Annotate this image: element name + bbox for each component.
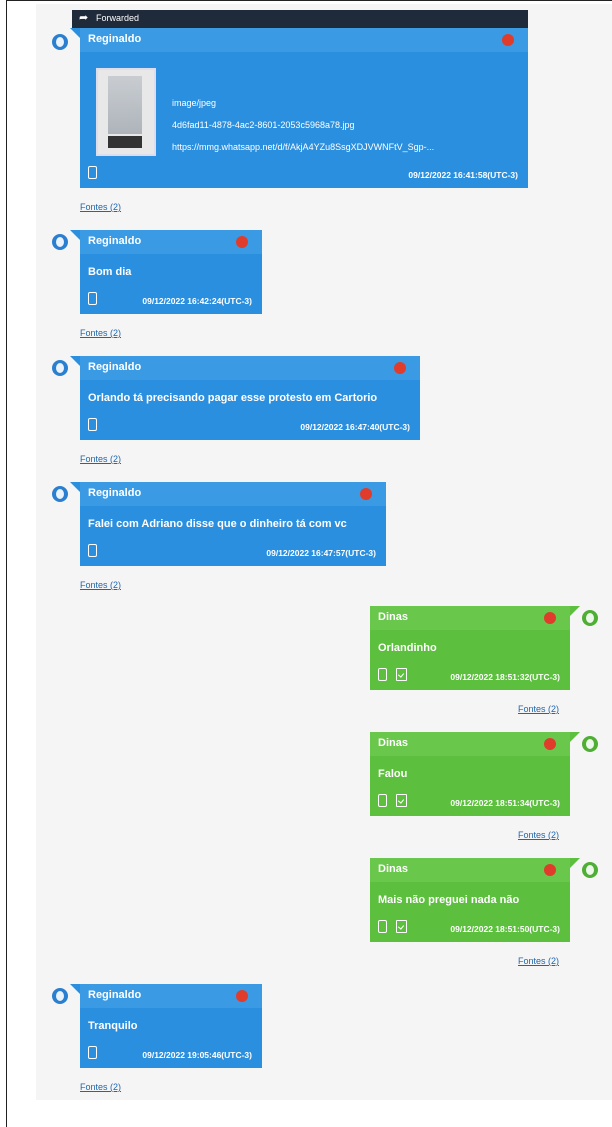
bubble-tail [570, 732, 580, 742]
status-dot-icon [236, 990, 248, 1002]
avatar-icon [582, 862, 598, 878]
message-bubble[interactable]: Dinas Mais não preguei nada não 09/12/20… [370, 858, 570, 942]
forward-arrow-icon: ➦ [79, 12, 89, 24]
bubble-tail [70, 482, 80, 492]
message-header: Reginaldo [80, 356, 420, 380]
message-bubble[interactable]: Reginaldo Bom dia 09/12/2022 16:42:24(UT… [80, 230, 262, 314]
message-text: Falei com Adriano disse que o dinheiro t… [88, 518, 347, 530]
avatar-icon [52, 360, 68, 376]
sender-name: Reginaldo [88, 361, 142, 373]
sender-name: Reginaldo [88, 235, 142, 247]
message-timestamp: 09/12/2022 18:51:32(UTC-3) [450, 672, 560, 682]
sender-name: Reginaldo [88, 989, 142, 1001]
sources-link[interactable]: Fontes (2) [518, 956, 559, 966]
avatar-icon [52, 34, 68, 50]
avatar-icon [582, 610, 598, 626]
phone-icon [88, 418, 97, 431]
message-header: Reginaldo [80, 482, 386, 506]
forwarded-banner: ➦ Forwarded [72, 10, 528, 28]
frame-border-left [6, 0, 7, 1127]
sources-link[interactable]: Fontes (2) [80, 328, 121, 338]
message-timestamp: 09/12/2022 18:51:34(UTC-3) [450, 798, 560, 808]
status-dot-icon [544, 864, 556, 876]
sender-name: Dinas [378, 611, 408, 623]
image-thumbnail[interactable] [96, 68, 156, 156]
message-header: Reginaldo [80, 984, 262, 1008]
sources-link[interactable]: Fontes (2) [80, 580, 121, 590]
bubble-tail [70, 28, 80, 38]
status-dot-icon [544, 612, 556, 624]
status-dot-icon [502, 34, 514, 46]
bubble-tail [570, 606, 580, 616]
attachment-url[interactable]: https://mmg.whatsapp.net/d/f/AkjA4YZu8Ss… [172, 142, 434, 152]
bubble-tail [70, 356, 80, 366]
message-text: Bom dia [88, 266, 132, 278]
phone-icon [378, 668, 387, 681]
phone-icon [88, 166, 97, 179]
message-header: Reginaldo [80, 230, 262, 254]
phone-icon [378, 920, 387, 933]
message-bubble[interactable]: Dinas Orlandinho 09/12/2022 18:51:32(UTC… [370, 606, 570, 690]
sources-link[interactable]: Fontes (2) [518, 830, 559, 840]
sender-name: Dinas [378, 737, 408, 749]
delivered-icon [396, 668, 407, 681]
bubble-tail [70, 984, 80, 994]
message-timestamp: 09/12/2022 19:05:46(UTC-3) [142, 1050, 252, 1060]
avatar-icon [52, 486, 68, 502]
sources-link[interactable]: Fontes (2) [80, 454, 121, 464]
message-text: Orlandinho [378, 642, 437, 654]
attachment-filename: 4d6fad11-4878-4ac2-8601-2053c5968a78.jpg [172, 120, 355, 130]
message-timestamp: 09/12/2022 18:51:50(UTC-3) [450, 924, 560, 934]
message-bubble[interactable]: Dinas Falou 09/12/2022 18:51:34(UTC-3) [370, 732, 570, 816]
bubble-tail [570, 858, 580, 868]
delivered-icon [396, 794, 407, 807]
message-header: Dinas [370, 606, 570, 630]
message-timestamp: 09/12/2022 16:42:24(UTC-3) [142, 296, 252, 306]
message-text: Orlando tá precisando pagar esse protest… [88, 392, 378, 404]
message-bubble[interactable]: Reginaldo Orlando tá precisando pagar es… [80, 356, 420, 440]
message-bubble[interactable]: Reginaldo Falei com Adriano disse que o … [80, 482, 386, 566]
message-timestamp: 09/12/2022 16:47:57(UTC-3) [266, 548, 376, 558]
message-timestamp: 09/12/2022 16:47:40(UTC-3) [300, 422, 410, 432]
delivered-icon [396, 920, 407, 933]
avatar-icon [52, 234, 68, 250]
frame-border-top [6, 0, 612, 1]
status-dot-icon [394, 362, 406, 374]
forwarded-label: Forwarded [96, 13, 140, 23]
status-dot-icon [236, 236, 248, 248]
sender-name: Reginaldo [88, 33, 142, 45]
message-header: Dinas [370, 732, 570, 756]
status-dot-icon [544, 738, 556, 750]
sources-link[interactable]: Fontes (2) [518, 704, 559, 714]
phone-icon [88, 1046, 97, 1059]
message-header: Reginaldo [80, 28, 528, 52]
avatar-icon [582, 736, 598, 752]
phone-icon [378, 794, 387, 807]
message-bubble[interactable]: Reginaldo image/jpeg 4d6fad11-4878-4ac2-… [80, 28, 528, 188]
sources-link[interactable]: Fontes (2) [80, 202, 121, 212]
message-header: Dinas [370, 858, 570, 882]
message-timestamp: 09/12/2022 16:41:58(UTC-3) [408, 170, 518, 180]
sources-link[interactable]: Fontes (2) [80, 1082, 121, 1092]
bubble-tail [70, 230, 80, 240]
message-text: Mais não preguei nada não [378, 894, 520, 906]
avatar-icon [52, 988, 68, 1004]
message-bubble[interactable]: Reginaldo Tranquilo 09/12/2022 19:05:46(… [80, 984, 262, 1068]
message-text: Tranquilo [88, 1020, 138, 1032]
status-dot-icon [360, 488, 372, 500]
message-text: Falou [378, 768, 408, 780]
attachment-mime: image/jpeg [172, 98, 217, 108]
phone-icon [88, 292, 97, 305]
sender-name: Reginaldo [88, 487, 142, 499]
phone-icon [88, 544, 97, 557]
sender-name: Dinas [378, 863, 408, 875]
